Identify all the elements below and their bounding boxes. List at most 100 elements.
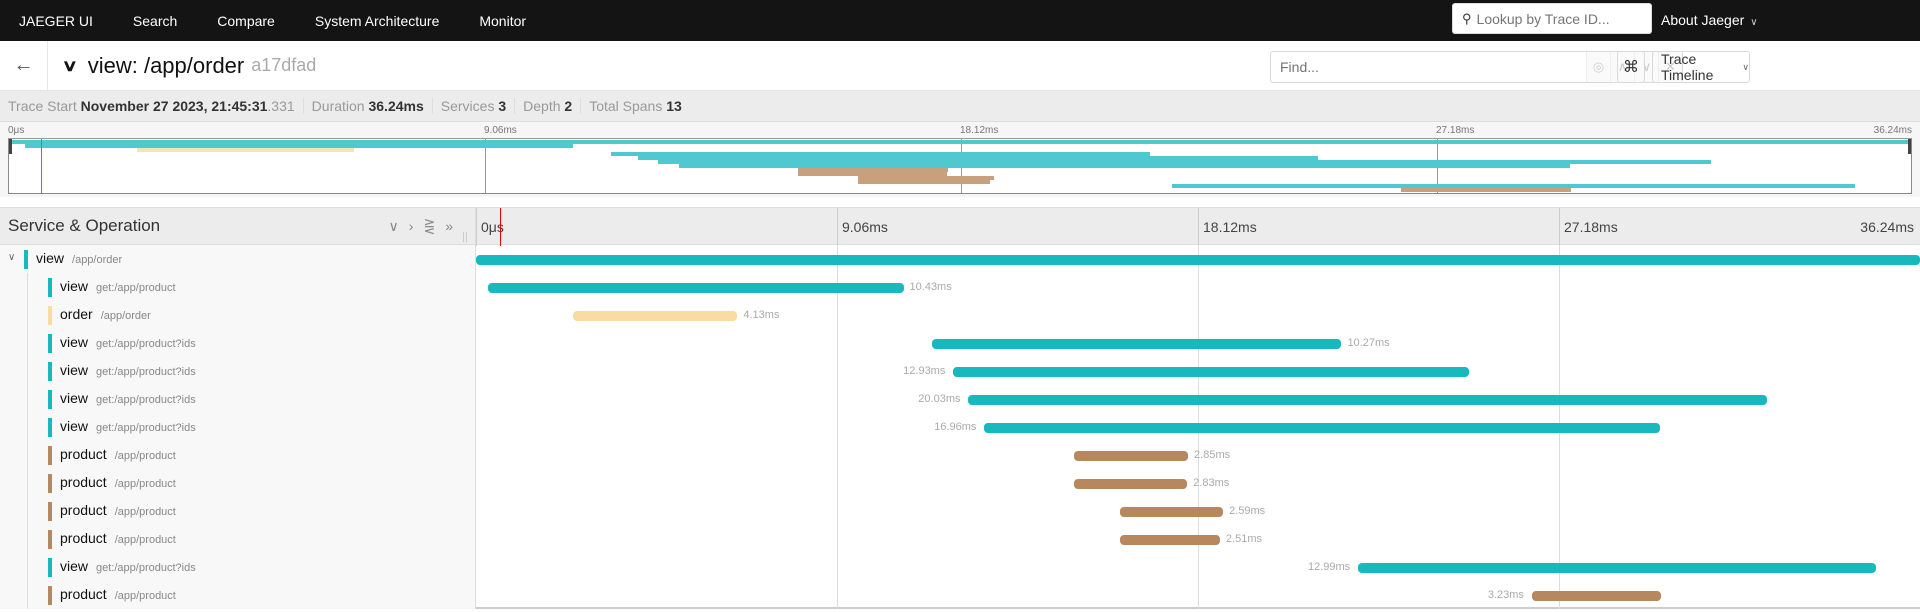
minimap-span-bar bbox=[1401, 188, 1571, 192]
brand-logo[interactable]: JAEGER UI bbox=[0, 13, 93, 29]
operation-name: /app/order bbox=[100, 310, 151, 322]
minimap-left-handle[interactable] bbox=[9, 139, 12, 154]
span-name-cell[interactable]: product/app/product bbox=[0, 469, 476, 497]
span-timeline-cell[interactable]: 4.13ms bbox=[476, 301, 1920, 329]
span-name-cell[interactable]: view get:/app/product?ids bbox=[0, 329, 476, 357]
about-jaeger-menu[interactable]: About Jaeger ∨ bbox=[1661, 12, 1758, 28]
span-bar[interactable] bbox=[968, 395, 1767, 405]
span-row[interactable]: view get:/app/product 10.43ms bbox=[0, 273, 1920, 301]
timeline-cursor[interactable] bbox=[499, 208, 501, 246]
span-bar[interactable] bbox=[932, 339, 1342, 349]
span-row[interactable]: view get:/app/product?ids 20.03ms bbox=[0, 385, 1920, 413]
span-bar[interactable] bbox=[1119, 535, 1220, 545]
span-timeline-cell[interactable]: 2.83ms bbox=[476, 469, 1920, 497]
span-bar[interactable] bbox=[1531, 591, 1661, 601]
nav-compare[interactable]: Compare bbox=[217, 13, 275, 29]
span-name-cell[interactable]: view get:/app/product?ids bbox=[0, 553, 476, 581]
collapse-chevron-icon[interactable]: ∨ bbox=[62, 56, 78, 76]
service-color-bar bbox=[48, 334, 52, 353]
span-bar[interactable] bbox=[1074, 479, 1188, 489]
timeline-grid-line bbox=[1559, 525, 1560, 553]
trace-minimap: 0μs 9.06ms 18.12ms 27.18ms 36.24ms bbox=[0, 122, 1920, 197]
span-row[interactable]: view get:/app/product?ids 12.99ms bbox=[0, 553, 1920, 581]
minimap-cursor[interactable] bbox=[40, 139, 42, 193]
span-timeline-cell[interactable]: 12.99ms bbox=[476, 553, 1920, 581]
span-row[interactable]: product/app/product 3.23ms bbox=[0, 581, 1920, 609]
collapse-all-icon[interactable]: ⋛ bbox=[423, 218, 435, 235]
span-row[interactable]: view get:/app/product?ids 12.93ms bbox=[0, 357, 1920, 385]
service-name: view get:/app/product?ids bbox=[60, 334, 196, 350]
nav-search[interactable]: Search bbox=[133, 13, 177, 29]
span-bar[interactable] bbox=[953, 367, 1469, 377]
span-bar[interactable] bbox=[487, 283, 904, 293]
expand-all-icon[interactable]: » bbox=[445, 218, 453, 235]
span-row[interactable]: product/app/product 2.85ms bbox=[0, 441, 1920, 469]
view-mode-select[interactable]: Trace Timeline ∨ bbox=[1652, 51, 1750, 83]
span-name-cell[interactable]: view get:/app/product?ids bbox=[0, 357, 476, 385]
service-label: view bbox=[60, 362, 89, 378]
span-row[interactable]: product/app/product 2.83ms bbox=[0, 469, 1920, 497]
span-timeline-cell[interactable]: 16.96ms bbox=[476, 413, 1920, 441]
span-name-cell[interactable]: view get:/app/product?ids bbox=[0, 385, 476, 413]
span-name-cell[interactable]: product/app/product bbox=[0, 525, 476, 553]
total-spans-label: Total Spans bbox=[589, 98, 663, 114]
span-name-cell[interactable]: ∨ view/app/order bbox=[0, 245, 476, 273]
minimap-canvas[interactable] bbox=[8, 138, 1912, 194]
span-timeline-cell[interactable]: 2.85ms bbox=[476, 441, 1920, 469]
span-row[interactable]: ∨ view/app/order bbox=[0, 245, 1920, 273]
span-timeline-cell[interactable]: 3.23ms bbox=[476, 581, 1920, 609]
nav-monitor[interactable]: Monitor bbox=[479, 13, 526, 29]
minimap-span-bar bbox=[858, 180, 990, 184]
span-timeline-cell[interactable]: 2.51ms bbox=[476, 525, 1920, 553]
span-name-cell[interactable]: view get:/app/product bbox=[0, 273, 476, 301]
span-bar[interactable] bbox=[1074, 451, 1189, 461]
service-color-bar bbox=[48, 418, 52, 437]
span-bar[interactable] bbox=[984, 423, 1661, 433]
resize-handle[interactable] bbox=[463, 232, 467, 242]
span-bar[interactable] bbox=[1358, 563, 1876, 573]
span-row[interactable]: product/app/product 2.51ms bbox=[0, 525, 1920, 553]
expand-one-icon[interactable]: › bbox=[409, 218, 414, 235]
span-name-cell[interactable]: product/app/product bbox=[0, 497, 476, 525]
find-input[interactable] bbox=[1271, 52, 1586, 82]
chevron-down-icon[interactable]: ∨ bbox=[8, 252, 15, 263]
keyboard-shortcuts-button[interactable]: ⌘ bbox=[1617, 51, 1645, 83]
timeline-grid-line bbox=[837, 385, 838, 413]
collapse-one-icon[interactable]: ∨ bbox=[389, 218, 399, 235]
span-name-cell[interactable]: product/app/product bbox=[0, 441, 476, 469]
span-timeline-cell[interactable]: 2.59ms bbox=[476, 497, 1920, 525]
service-name: view get:/app/product?ids bbox=[60, 418, 196, 434]
timeline-grid-line bbox=[837, 525, 838, 553]
span-bar[interactable] bbox=[1119, 507, 1224, 517]
span-duration-label: 20.03ms bbox=[918, 393, 961, 405]
span-row[interactable]: order/app/order 4.13ms bbox=[0, 301, 1920, 329]
locate-icon[interactable]: ◎ bbox=[1586, 52, 1610, 82]
trace-id-input[interactable] bbox=[1476, 10, 1637, 27]
span-bar[interactable] bbox=[476, 255, 1920, 265]
trace-id-lookup[interactable]: ⚲ bbox=[1452, 3, 1652, 34]
operation-name: get:/app/product?ids bbox=[96, 562, 196, 574]
timeline-tick-label: 9.06ms bbox=[837, 208, 888, 246]
back-button[interactable]: ← bbox=[0, 40, 48, 91]
minimap-ticks: 0μs 9.06ms 18.12ms 27.18ms 36.24ms bbox=[0, 122, 1920, 137]
span-name-cell[interactable]: order/app/order bbox=[0, 301, 476, 329]
span-duration-label: 2.85ms bbox=[1194, 449, 1231, 461]
span-timeline-cell[interactable]: 20.03ms bbox=[476, 385, 1920, 413]
service-label: view bbox=[60, 278, 89, 294]
span-timeline-cell[interactable]: 12.93ms bbox=[476, 357, 1920, 385]
nav-system-architecture[interactable]: System Architecture bbox=[315, 13, 440, 29]
span-timeline-cell[interactable] bbox=[476, 245, 1920, 273]
span-timeline-cell[interactable]: 10.43ms bbox=[476, 273, 1920, 301]
operation-name: get:/app/product?ids bbox=[96, 366, 196, 378]
span-name-cell[interactable]: product/app/product bbox=[0, 581, 476, 609]
span-bar[interactable] bbox=[572, 311, 738, 321]
total-spans: Total Spans 13 bbox=[589, 98, 690, 114]
span-row[interactable]: view get:/app/product?ids 16.96ms bbox=[0, 413, 1920, 441]
span-timeline-cell[interactable]: 10.27ms bbox=[476, 329, 1920, 357]
timeline-tick-label: 36.24ms bbox=[1860, 219, 1914, 235]
trace-summary: Trace Start November 27 2023, 21:45:31.3… bbox=[0, 91, 1920, 122]
span-row[interactable]: product/app/product 2.59ms bbox=[0, 497, 1920, 525]
span-row[interactable]: view get:/app/product?ids 10.27ms bbox=[0, 329, 1920, 357]
minimap-right-handle[interactable] bbox=[1908, 139, 1911, 154]
span-name-cell[interactable]: view get:/app/product?ids bbox=[0, 413, 476, 441]
